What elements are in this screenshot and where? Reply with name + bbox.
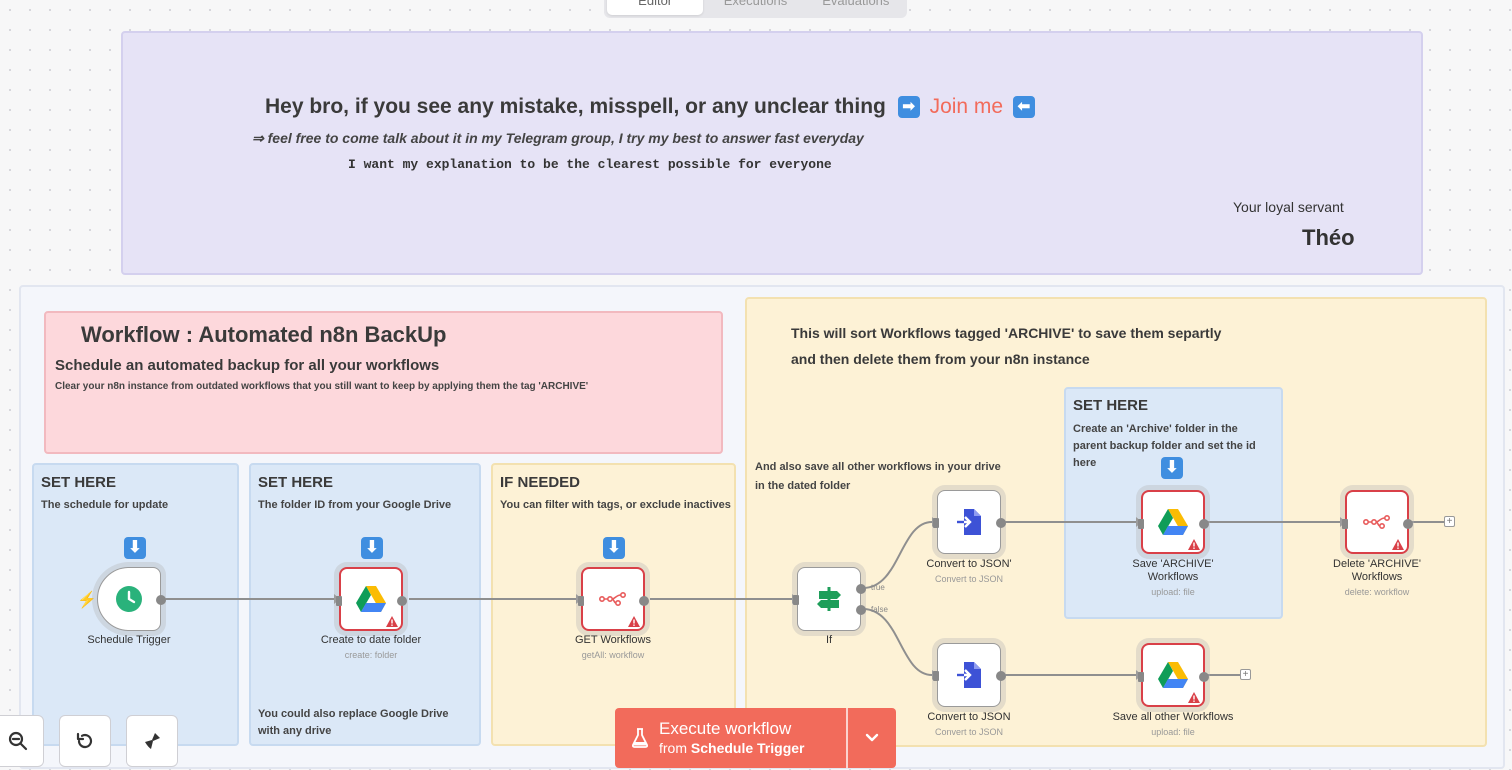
- n8n-icon: [1363, 514, 1390, 530]
- input-port[interactable]: [793, 595, 799, 605]
- output-port[interactable]: [996, 671, 1006, 681]
- input-port[interactable]: [1342, 519, 1348, 529]
- save-others-node[interactable]: [1138, 643, 1209, 707]
- if-node[interactable]: [793, 567, 866, 631]
- execute-from: from: [659, 740, 687, 756]
- node-label: Save 'ARCHIVE' Workflows: [1132, 558, 1214, 583]
- node-label: Create to date folder: [320, 634, 422, 646]
- create-folder-node[interactable]: [336, 567, 407, 631]
- node-subtitle: getAll: workflow: [581, 650, 645, 660]
- execute-workflow-button[interactable]: Execute workflow from Schedule Trigger: [615, 708, 896, 768]
- node-label: Schedule Trigger: [87, 634, 171, 646]
- get-workflows-node[interactable]: [578, 567, 649, 631]
- input-port[interactable]: [1138, 672, 1144, 682]
- connections-layer: [161, 517, 1444, 680]
- lightning-icon: ⚡: [77, 592, 97, 609]
- output-port[interactable]: [1403, 519, 1413, 529]
- convert-file-icon: [957, 662, 981, 688]
- clear-execution-button[interactable]: [126, 715, 178, 767]
- node-subtitle: delete: workflow: [1344, 587, 1410, 597]
- zoom-out-button[interactable]: [0, 715, 44, 767]
- schedule-trigger-node[interactable]: [97, 567, 166, 631]
- add-node-plus-icon[interactable]: +: [1240, 669, 1251, 680]
- false-branch-label: false: [871, 605, 888, 614]
- input-port[interactable]: [336, 596, 342, 606]
- reset-zoom-button[interactable]: [59, 715, 111, 767]
- output-port[interactable]: [1199, 672, 1209, 682]
- node-label: If: [825, 634, 833, 646]
- execute-options-dropdown[interactable]: [848, 708, 896, 768]
- convert-json-bottom-node[interactable]: [933, 643, 1006, 707]
- output-port[interactable]: [1199, 519, 1209, 529]
- node-subtitle: upload: file: [1151, 587, 1195, 597]
- true-branch-label: true: [871, 583, 885, 592]
- node-label: Convert to JSON: [927, 711, 1011, 723]
- convert-json-top-node[interactable]: [933, 490, 1006, 554]
- google-drive-icon: [1158, 508, 1188, 535]
- node-label: Delete 'ARCHIVE' Workflows: [1333, 558, 1421, 583]
- chevron-down-icon: [865, 733, 879, 742]
- output-port-true[interactable]: [856, 584, 866, 594]
- delete-archive-node[interactable]: [1342, 490, 1413, 554]
- clock-icon: [116, 586, 142, 612]
- if-signpost-icon: [817, 587, 841, 611]
- warning-icon: [1188, 539, 1200, 550]
- google-drive-icon: [356, 585, 386, 612]
- output-port[interactable]: [156, 595, 166, 605]
- node-label: Convert to JSON': [926, 558, 1012, 570]
- warning-icon: [386, 616, 398, 627]
- clear-execution-icon: [145, 733, 160, 749]
- node-label: Save all other Workflows: [1112, 711, 1234, 723]
- warning-icon: [1392, 539, 1404, 550]
- node-subtitle: create: folder: [344, 650, 398, 660]
- flask-icon: [632, 728, 648, 748]
- warning-icon: [1188, 692, 1200, 703]
- node-subtitle: Convert to JSON: [934, 574, 1004, 584]
- execute-sub-label: from Schedule Trigger: [659, 739, 804, 757]
- node-label: GET Workflows: [575, 634, 651, 646]
- convert-file-icon: [957, 509, 981, 535]
- execute-label: Execute workflow: [659, 719, 792, 738]
- warning-icon: [628, 616, 640, 627]
- input-port[interactable]: [933, 518, 939, 528]
- save-archive-node[interactable]: [1138, 490, 1209, 554]
- output-port-false[interactable]: [856, 605, 866, 615]
- execute-main-area[interactable]: Execute workflow from Schedule Trigger: [615, 708, 846, 768]
- n8n-icon: [599, 591, 626, 607]
- undo-icon: [76, 732, 93, 749]
- execute-trigger-name: Schedule Trigger: [690, 740, 805, 756]
- input-port[interactable]: [933, 671, 939, 681]
- node-subtitle: Convert to JSON: [934, 727, 1004, 737]
- output-port[interactable]: [397, 596, 407, 606]
- zoom-out-icon: [8, 731, 28, 751]
- input-port[interactable]: [578, 596, 584, 606]
- output-port[interactable]: [639, 596, 649, 606]
- add-node-plus-icon[interactable]: +: [1444, 516, 1455, 527]
- google-drive-icon: [1158, 661, 1188, 688]
- execute-divider: [846, 708, 848, 768]
- node-subtitle: upload: file: [1151, 727, 1195, 737]
- output-port[interactable]: [996, 518, 1006, 528]
- input-port[interactable]: [1138, 519, 1144, 529]
